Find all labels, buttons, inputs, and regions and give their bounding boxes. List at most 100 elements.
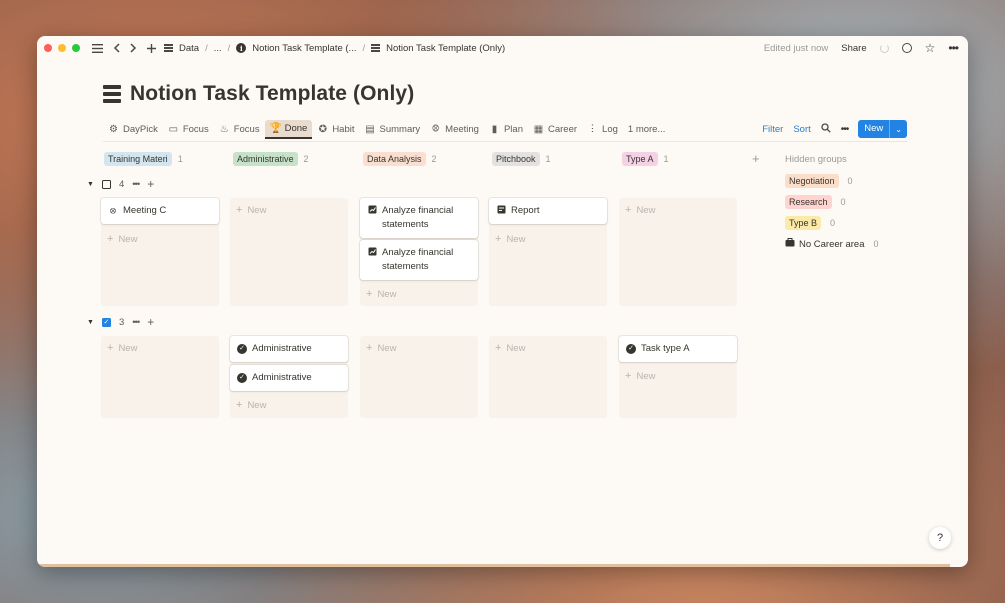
tab-focus-flame[interactable]: ♨ Focus xyxy=(214,120,265,139)
hidden-group-research[interactable]: Research 0 xyxy=(785,195,895,209)
column-tag: Training Materi xyxy=(104,152,172,166)
column-header-data-analysis[interactable]: Data Analysis 2 xyxy=(363,152,437,166)
board-lane: + New xyxy=(619,198,737,306)
tab-habit[interactable]: ✪ Habit xyxy=(312,120,359,139)
checkbox-icon xyxy=(101,179,111,189)
board-lane: Report + New xyxy=(489,198,607,306)
close-window-button[interactable] xyxy=(44,44,52,52)
new-card-button[interactable]: + New xyxy=(489,233,525,245)
filter-button[interactable]: Filter xyxy=(762,124,783,135)
add-page-icon[interactable] xyxy=(147,43,156,53)
board-card[interactable]: Analyze financial statements xyxy=(360,198,478,238)
new-card-button[interactable]: + New xyxy=(619,204,655,216)
page-header: Notion Task Template (Only) xyxy=(103,82,414,106)
zoom-window-button[interactable] xyxy=(72,44,80,52)
new-button[interactable]: New ⌄ xyxy=(858,120,907,138)
minimize-window-button[interactable] xyxy=(58,44,66,52)
view-options-icon[interactable]: ••• xyxy=(841,124,849,135)
hidden-group-type-b[interactable]: Type B 0 xyxy=(785,216,895,230)
gear-icon: ⚙ xyxy=(109,123,118,135)
new-card-button[interactable]: + New xyxy=(230,204,266,216)
group-options-icon[interactable]: ••• xyxy=(132,179,140,190)
board-card[interactable]: ✓ Task type A xyxy=(619,336,737,362)
tab-done[interactable]: 🏆 Done xyxy=(264,119,313,139)
image-icon: ▭ xyxy=(168,123,179,135)
forward-arrow-icon[interactable] xyxy=(130,43,137,53)
new-card-button[interactable]: + New xyxy=(101,342,137,354)
star-icon[interactable]: ☆ xyxy=(925,42,936,54)
title-bar-actions: Edited just now Share ☆ ••• xyxy=(764,36,959,60)
new-card-button[interactable]: + New xyxy=(101,233,137,245)
briefcase-icon xyxy=(785,238,795,250)
breadcrumb-item-ellipsis[interactable]: ... xyxy=(214,43,222,54)
group-count: 0 xyxy=(873,239,879,249)
board-card[interactable]: Report xyxy=(489,198,607,224)
help-button[interactable]: ? xyxy=(929,527,951,549)
database-icon xyxy=(371,44,381,52)
hidden-group-no-career-area[interactable]: No Career area 0 xyxy=(785,237,895,251)
check-circle-icon: ✓ xyxy=(237,344,247,354)
history-clock-icon[interactable] xyxy=(901,43,912,53)
add-group-button[interactable]: + xyxy=(752,151,760,166)
new-card-button[interactable]: + New xyxy=(230,399,266,411)
sidebar-toggle-icon[interactable] xyxy=(92,43,103,53)
database-icon xyxy=(164,44,173,52)
board-lane: ꕕ Meeting C + New xyxy=(101,198,219,306)
chevron-down-icon[interactable]: ⌄ xyxy=(890,125,907,134)
new-card-button[interactable]: + New xyxy=(360,288,396,300)
footprints-icon: ⵗ xyxy=(590,123,595,135)
tab-career[interactable]: ▦ Career xyxy=(528,120,582,139)
sync-spinner-icon xyxy=(879,43,889,53)
tab-focus[interactable]: ▭ Focus xyxy=(163,120,214,139)
database-icon xyxy=(103,85,121,103)
page-title: Notion Task Template (Only) xyxy=(130,82,415,105)
tab-plan[interactable]: ▮ Plan xyxy=(484,120,528,139)
group-options-icon[interactable]: ••• xyxy=(132,317,140,328)
tab-log[interactable]: ⵗ Log xyxy=(582,120,623,139)
column-header-administrative[interactable]: Administrative 2 xyxy=(233,152,309,166)
column-count: 2 xyxy=(431,154,437,164)
column-tag: Type A xyxy=(622,152,658,166)
tab-meeting[interactable]: ꕕ Meeting xyxy=(425,120,484,139)
view-tabs: ⚙ DayPick ▭ Focus ♨ Focus 🏆 Done ✪ Habit ▤ Sum… xyxy=(103,118,907,140)
group-add-icon[interactable]: + xyxy=(147,177,154,191)
share-button[interactable]: Share xyxy=(841,43,866,54)
board-lane: + New xyxy=(360,336,478,418)
collapse-triangle-icon[interactable]: ▼ xyxy=(87,181,94,188)
breadcrumb-item-data[interactable]: Data xyxy=(179,43,199,54)
search-icon[interactable] xyxy=(821,122,831,136)
view-toolbar: Filter Sort ••• New ⌄ xyxy=(762,118,907,140)
board-card[interactable]: Analyze financial statements xyxy=(360,240,478,280)
new-card-button[interactable]: + New xyxy=(489,342,525,354)
collapse-triangle-icon[interactable]: ▼ xyxy=(87,319,94,326)
tab-daypick[interactable]: ⚙ DayPick xyxy=(103,120,163,139)
breadcrumb-item-parent[interactable]: Notion Task Template (... xyxy=(252,43,356,54)
tab-summary[interactable]: ▤ Summary xyxy=(360,120,426,139)
back-arrow-icon[interactable] xyxy=(113,43,120,53)
group-add-icon[interactable]: + xyxy=(147,315,154,329)
new-card-button[interactable]: + New xyxy=(619,370,655,382)
breadcrumb: Data / ... / i Notion Task Template (...… xyxy=(164,43,505,54)
breadcrumb-item-current[interactable]: Notion Task Template (Only) xyxy=(386,43,505,54)
board-card[interactable]: ✓ Administrative xyxy=(230,365,348,391)
column-tag: Pitchbook xyxy=(492,152,540,166)
group-count: 3 xyxy=(118,316,125,328)
new-card-button[interactable]: + New xyxy=(360,342,396,354)
tab-more-views[interactable]: 1 more... xyxy=(623,120,671,139)
sort-button[interactable]: Sort xyxy=(793,124,810,135)
group-tag: Negotiation xyxy=(785,174,839,188)
board-card[interactable]: ✓ Administrative xyxy=(230,336,348,362)
column-count: 1 xyxy=(663,154,669,164)
column-header-type-a[interactable]: Type A 1 xyxy=(622,152,669,166)
flame-icon: ♨ xyxy=(219,123,229,135)
column-header-training[interactable]: Training Materi 1 xyxy=(104,152,183,166)
app-window: Data / ... / i Notion Task Template (...… xyxy=(37,36,968,567)
calendar-icon: ▦ xyxy=(533,123,544,135)
more-options-icon[interactable]: ••• xyxy=(948,41,959,55)
board-card[interactable]: ꕕ Meeting C xyxy=(101,198,219,224)
column-header-pitchbook[interactable]: Pitchbook 1 xyxy=(492,152,551,166)
group-label: No Career area xyxy=(799,238,865,250)
column-count: 1 xyxy=(177,154,183,164)
hidden-group-negotiation[interactable]: Negotiation 0 xyxy=(785,174,895,188)
group-count: 0 xyxy=(840,197,846,207)
